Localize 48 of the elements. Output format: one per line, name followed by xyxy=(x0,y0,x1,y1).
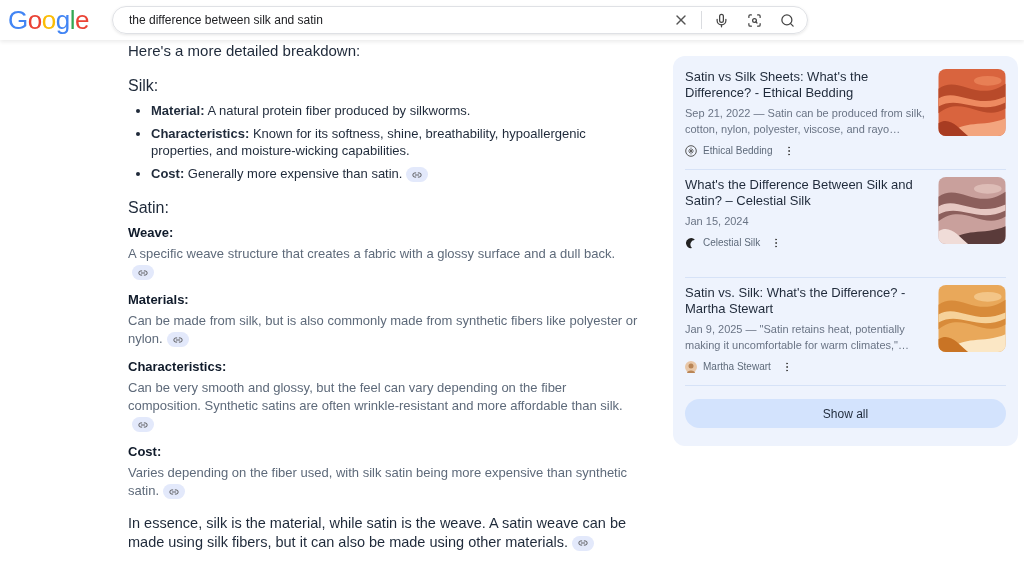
microphone-icon[interactable] xyxy=(714,12,729,28)
section-heading: Satin: xyxy=(128,198,170,219)
term-label: Materials: xyxy=(128,291,190,309)
section-heading: Silk: xyxy=(128,76,160,96)
link-chip[interactable] xyxy=(406,167,429,183)
site-name: Martha Stewart xyxy=(703,360,771,374)
crescent-icon xyxy=(685,236,697,249)
term-label: Characteristics: xyxy=(128,358,228,376)
term-label: Weave: xyxy=(128,224,175,242)
show-all-button[interactable]: Show all xyxy=(685,399,1006,428)
link-chip[interactable] xyxy=(132,265,154,281)
bullet-text: Material: A natural protein fiber produced by silkworms. xyxy=(151,102,471,119)
source-title-link[interactable]: Satin vs Silk Sheets: What's the Difference? - Ethical Bedding xyxy=(685,69,932,101)
definition-text: Varies depending on the fiber used, with silk satin being more expensive than synthetic satin. xyxy=(128,464,629,501)
link-chip[interactable] xyxy=(163,484,186,500)
site-name: Celestial Silk xyxy=(703,236,761,250)
emblem-icon xyxy=(685,144,697,157)
link-chip[interactable] xyxy=(166,332,189,348)
source-snippet: Jan 9, 2025 — "Satin retains heat, potentially making it uncomfortable for warm climates,"… xyxy=(685,322,910,353)
definition-text: A specific weave structure that creates a fabric with a glossy surface and a dull back. xyxy=(128,245,640,282)
bullet-text: Cost: Generally more expensive than satin. xyxy=(151,165,429,183)
link-icon xyxy=(412,169,423,180)
bullet-icon xyxy=(136,132,140,136)
search-icon[interactable] xyxy=(780,12,795,28)
link-icon xyxy=(138,419,148,430)
source-title-link[interactable]: Satin vs. Silk: What's the Difference? - Martha Stewart xyxy=(685,285,932,317)
definition-text: Can be made from silk, but is also commonly made from synthetic fibers like polyester or nylon. xyxy=(128,312,639,349)
link-chip[interactable] xyxy=(572,535,595,551)
link-icon xyxy=(169,486,180,497)
source-snippet: Sep 21, 2022 — Satin can be produced from silk, cotton, nylon, polyester, viscose, and rayo… xyxy=(685,106,926,137)
link-icon xyxy=(578,538,589,549)
logo[interactable]: Google xyxy=(8,7,104,33)
search-input[interactable]: the difference between silk and satin xyxy=(129,11,673,29)
bullet-icon xyxy=(136,172,140,176)
intro-text: Here's a more detailed breakdown: xyxy=(128,42,362,60)
camera-icon[interactable] xyxy=(747,12,762,28)
bullet-text: Characteristics: Known for its softness, shine, breathability, hypoallergenic properties, and moisture-wicking capabilities. xyxy=(151,125,587,159)
conclusion-text: In essence, silk is the material, while satin is the weave. A satin weave can be made using silk fibers, but it can also be made using other materials. xyxy=(128,514,628,553)
link-icon xyxy=(172,334,183,345)
definition-text: Can be very smooth and glossy, but the feel can vary depending on the fiber composition. Synthetic satins are often wrinkle-resistant and more affordable than silk. xyxy=(128,379,640,434)
avatar-icon xyxy=(685,360,697,373)
bullet-icon xyxy=(136,109,140,113)
term-label: Cost: xyxy=(128,443,163,461)
link-chip[interactable] xyxy=(132,417,154,433)
link-icon xyxy=(138,267,148,278)
source-snippet: Jan 15, 2024 xyxy=(685,214,750,229)
source-title-link[interactable]: What's the Difference Between Silk and Satin? – Celestial Silk xyxy=(685,177,932,209)
site-name: Ethical Bedding xyxy=(703,144,773,158)
